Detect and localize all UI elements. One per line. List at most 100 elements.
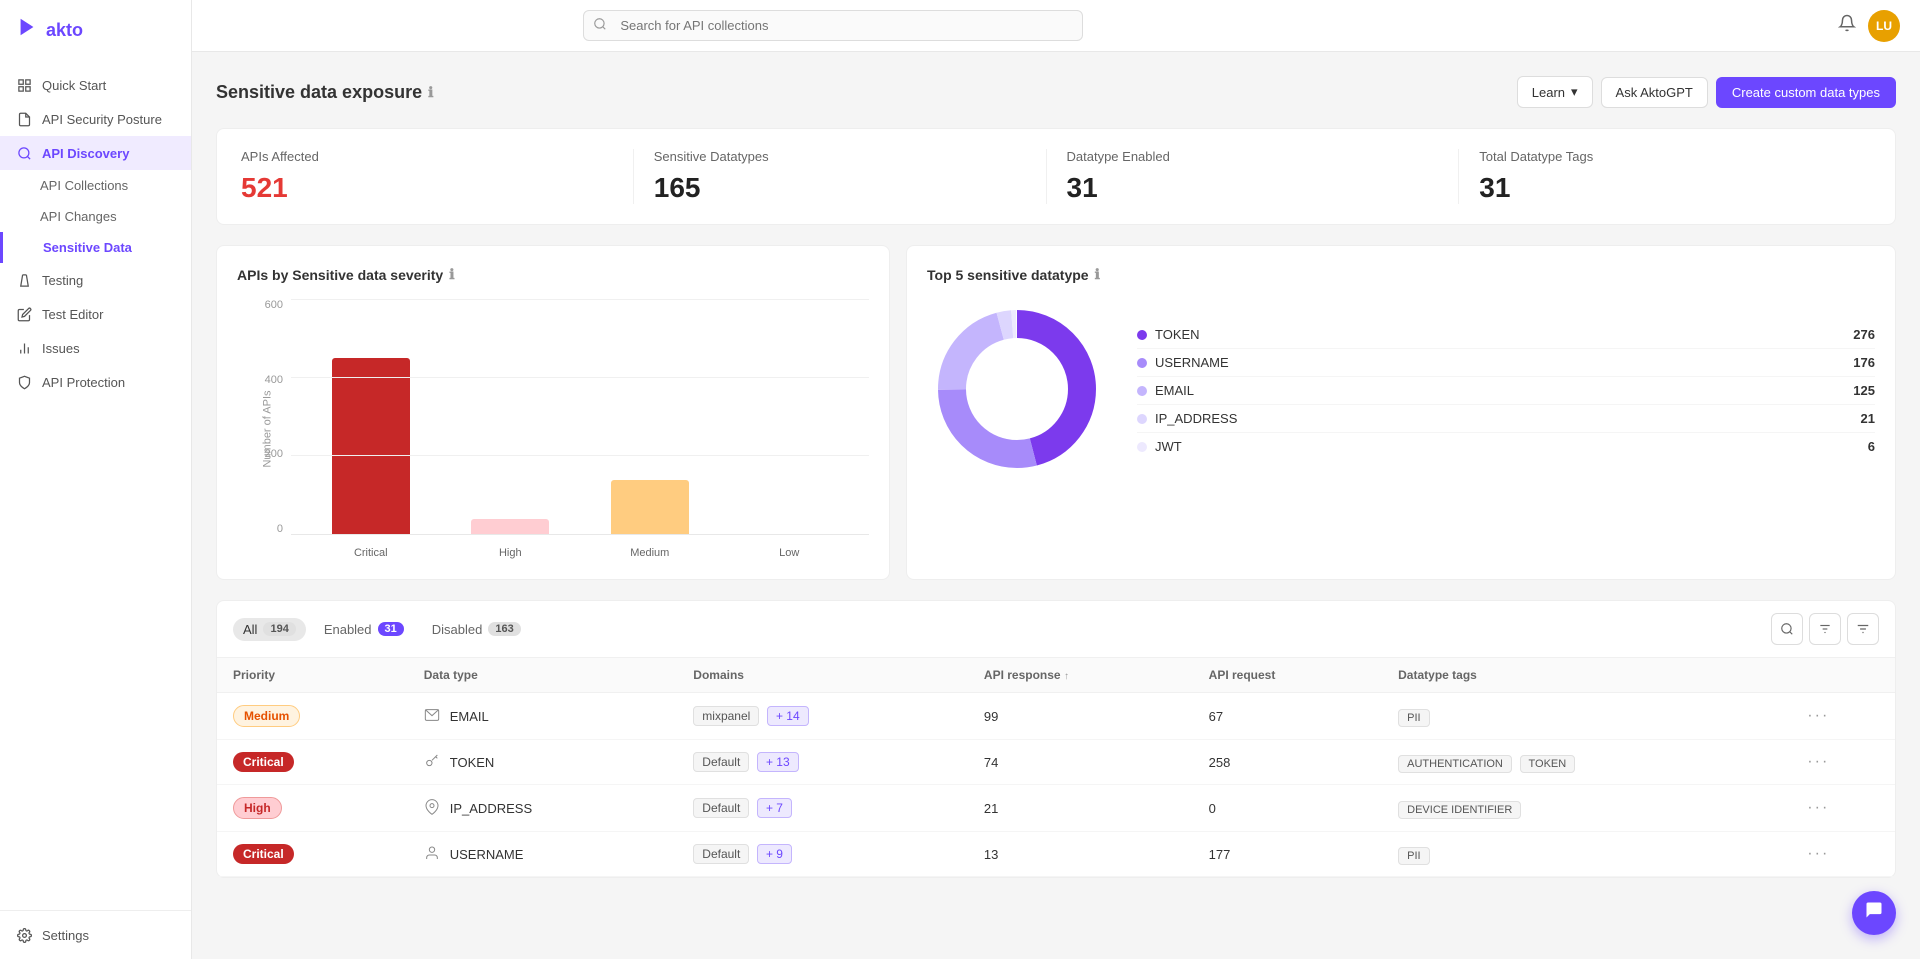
api-request-cell: 67 [1193, 693, 1382, 740]
y-axis-label: Number of APIs [262, 390, 274, 467]
page-title: Sensitive data exposure ℹ [216, 82, 433, 103]
grid-line-600 [291, 299, 869, 300]
search-input[interactable] [583, 10, 1083, 41]
row-more-button[interactable]: ··· [1807, 799, 1829, 816]
stat-datatype-enabled: Datatype Enabled 31 [1047, 149, 1460, 204]
ask-akto-button[interactable]: Ask AktoGPT [1601, 77, 1708, 108]
tab-enabled[interactable]: Enabled 31 [314, 618, 414, 641]
row-actions-cell: ··· [1791, 693, 1895, 740]
grid-line-0 [291, 534, 869, 535]
api-request-cell: 177 [1193, 832, 1382, 877]
avatar[interactable]: LU [1868, 10, 1900, 42]
bar-medium [611, 480, 689, 535]
stat-apis-affected: APIs Affected 521 [241, 149, 634, 204]
bar-chart-icon [16, 340, 32, 356]
learn-button[interactable]: Learn ▾ [1517, 76, 1593, 108]
grid-line-400 [291, 377, 869, 378]
donut-legend: TOKEN 276 USERNAME 176 [1137, 321, 1875, 460]
datatype-tags-cell: PII [1382, 693, 1791, 740]
sidebar-item-api-protection[interactable]: API Protection [0, 365, 191, 399]
create-custom-button[interactable]: Create custom data types [1716, 77, 1896, 108]
domains-cell: Default + 9 [677, 832, 968, 877]
chevron-down-icon: ▾ [1571, 84, 1578, 100]
donut-chart-card: Top 5 sensitive datatype ℹ [906, 245, 1896, 580]
topbar: LU [192, 0, 1920, 52]
tab-all[interactable]: All 194 [233, 618, 306, 641]
sidebar-item-label: API Protection [42, 375, 125, 390]
domains-cell: mixpanel + 14 [677, 693, 968, 740]
api-response-cell: 99 [968, 693, 1193, 740]
search-bar-container [583, 10, 1083, 41]
legend-dot-token [1137, 330, 1147, 340]
table-row: High IP_ADDRESS Default [217, 785, 1895, 832]
sidebar-item-api-changes[interactable]: API Changes [0, 201, 191, 232]
sidebar: akto Quick Start API Security Posture AP… [0, 0, 192, 959]
row-more-button[interactable]: ··· [1807, 753, 1829, 770]
legend-item-ip-address: IP_ADDRESS 21 [1137, 405, 1875, 433]
legend-dot-username [1137, 358, 1147, 368]
key-icon [424, 753, 440, 772]
sidebar-item-sensitive-data[interactable]: Sensitive Data [0, 232, 191, 263]
api-response-cell: 13 [968, 832, 1193, 877]
search-filter-button[interactable] [1771, 613, 1803, 645]
api-request-cell: 0 [1193, 785, 1382, 832]
sidebar-item-api-security-posture[interactable]: API Security Posture [0, 102, 191, 136]
bar-chart-info-icon: ℹ [449, 266, 454, 283]
bar-group-critical [311, 299, 431, 535]
sidebar-item-label: Test Editor [42, 307, 103, 322]
data-type-cell: TOKEN [408, 740, 678, 785]
sidebar-item-testing[interactable]: Testing [0, 263, 191, 297]
sidebar-item-api-discovery[interactable]: API Discovery [0, 136, 191, 170]
table-row: Critical TOKEN Default [217, 740, 1895, 785]
row-more-button[interactable]: ··· [1807, 845, 1829, 862]
col-api-response[interactable]: API response ↑ [968, 658, 1193, 693]
page-header: Sensitive data exposure ℹ Learn ▾ Ask Ak… [216, 76, 1896, 108]
settings-label: Settings [42, 928, 89, 943]
legend-item-jwt: JWT 6 [1137, 433, 1875, 460]
row-more-button[interactable]: ··· [1807, 707, 1829, 724]
settings-nav-item[interactable]: Settings [16, 927, 175, 943]
edit-icon [16, 306, 32, 322]
logo-text: akto [46, 20, 83, 41]
search-icon [593, 17, 607, 34]
datatype-tags-cell: AUTHENTICATION TOKEN [1382, 740, 1791, 785]
bar-chart-title: APIs by Sensitive data severity ℹ [237, 266, 869, 283]
donut-chart-info-icon: ℹ [1095, 266, 1100, 283]
sort-button[interactable] [1847, 613, 1879, 645]
map-pin-icon [424, 799, 440, 818]
shield-icon [16, 374, 32, 390]
grid-line-200 [291, 455, 869, 456]
sidebar-item-quick-start[interactable]: Quick Start [0, 68, 191, 102]
donut-content: TOKEN 276 USERNAME 176 [927, 299, 1875, 482]
col-actions [1791, 658, 1895, 693]
sidebar-item-issues[interactable]: Issues [0, 331, 191, 365]
col-datatype-tags: Datatype tags [1382, 658, 1791, 693]
api-request-cell: 258 [1193, 740, 1382, 785]
tab-disabled[interactable]: Disabled 163 [422, 618, 531, 641]
data-type-cell: IP_ADDRESS [408, 785, 678, 832]
stats-card: APIs Affected 521 Sensitive Datatypes 16… [216, 128, 1896, 225]
chat-button[interactable] [1852, 891, 1896, 935]
logo-icon [16, 16, 38, 44]
file-icon [16, 111, 32, 127]
filter-button[interactable] [1809, 613, 1841, 645]
sidebar-item-label: API Discovery [42, 146, 129, 161]
grid-icon [16, 77, 32, 93]
datatype-tags-cell: DEVICE IDENTIFIER [1382, 785, 1791, 832]
table-row: Critical USERNAME Default [217, 832, 1895, 877]
priority-cell: Critical [217, 832, 408, 877]
datatype-tags-cell: PII [1382, 832, 1791, 877]
y-axis: 0 200 400 600 [237, 299, 283, 535]
sidebar-item-test-editor[interactable]: Test Editor [0, 297, 191, 331]
sidebar-footer[interactable]: Settings [0, 910, 191, 959]
chat-icon [1864, 900, 1884, 926]
table-actions [1771, 613, 1879, 645]
sidebar-item-api-collections[interactable]: API Collections [0, 170, 191, 201]
notification-icon[interactable] [1838, 14, 1856, 37]
legend-dot-jwt [1137, 442, 1147, 452]
logo[interactable]: akto [0, 0, 191, 60]
data-table: Priority Data type Domains API response … [217, 658, 1895, 877]
domains-cell: Default + 13 [677, 740, 968, 785]
sidebar-item-label: Issues [42, 341, 80, 356]
topbar-right: LU [1838, 10, 1900, 42]
